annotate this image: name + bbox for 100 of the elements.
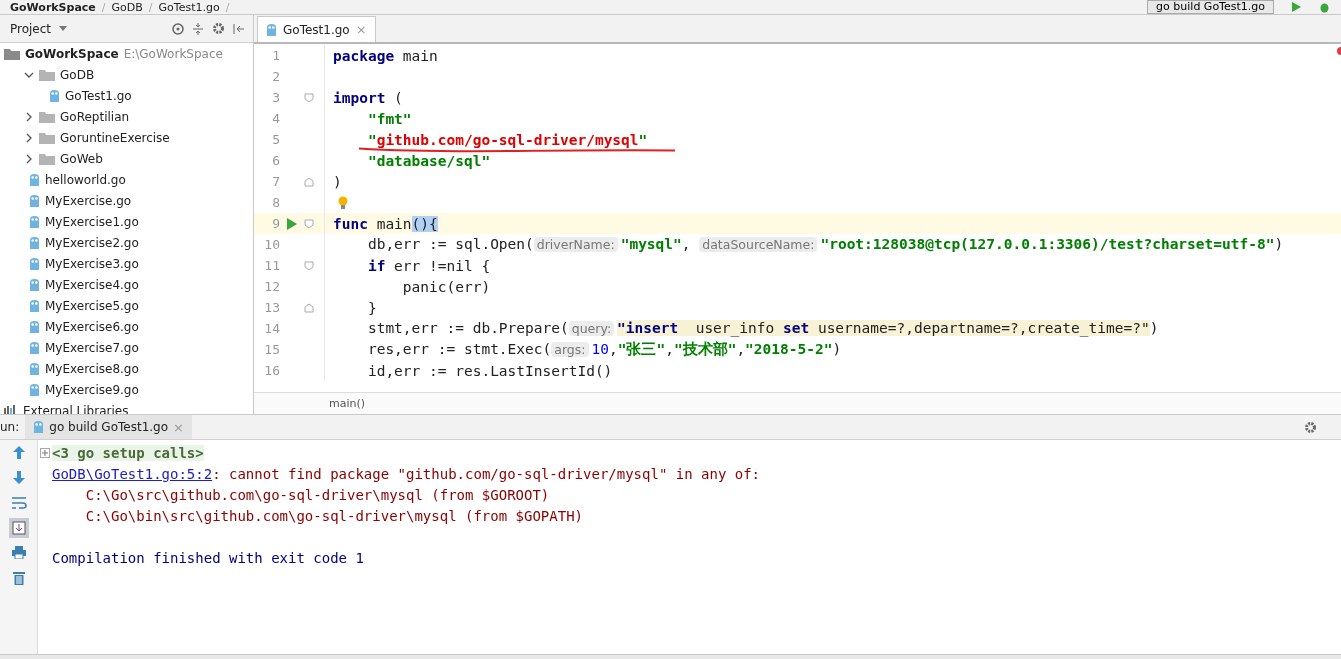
tree-item[interactable]: MyExercise5.go	[45, 298, 139, 313]
file-link[interactable]: GoDB\GoTest1.go:5:2	[52, 465, 213, 482]
folder-icon	[39, 131, 55, 144]
breadcrumb[interactable]: GoWorkSpace	[10, 0, 96, 14]
error-marker-icon	[1335, 47, 1341, 55]
path-separator: /	[101, 0, 106, 14]
code-line: id,err := res.LastInsertId()	[366, 363, 613, 378]
console-line: C:\Go\src\github.com\go-sql-driver\mysql (from $GOROOT)	[84, 486, 550, 503]
scroll-end-icon[interactable]	[8, 518, 29, 538]
tree-item[interactable]: GoReptilian	[60, 109, 130, 124]
fold-icon[interactable]	[304, 176, 314, 187]
expand-icon[interactable]	[40, 447, 50, 458]
path-separator: /	[148, 0, 153, 14]
gopher-file-icon	[29, 235, 40, 250]
run-icon[interactable]	[287, 217, 297, 230]
chevron-right-icon[interactable]	[24, 153, 34, 164]
project-path: E:\GoWorkSpace	[123, 46, 223, 61]
tree-item[interactable]: helloworld.go	[45, 172, 126, 187]
gopher-file-icon	[29, 361, 40, 376]
lightbulb-icon[interactable]	[338, 195, 348, 210]
fold-icon[interactable]	[304, 302, 314, 313]
tree-item[interactable]: MyExercise.go	[45, 193, 132, 208]
editor-tab[interactable]: GoTest1.go ×	[257, 16, 376, 42]
line-number: 10	[263, 237, 280, 252]
gopher-file-icon	[29, 319, 40, 334]
code-line: import (	[333, 90, 403, 105]
fold-icon[interactable]	[304, 260, 314, 271]
code-line: if err !=nil {	[366, 258, 491, 273]
gopher-file-icon	[29, 256, 40, 271]
console-line: Compilation finished with exit code 1	[52, 549, 364, 566]
chevron-right-icon[interactable]	[24, 111, 34, 122]
tree-item[interactable]: GoTest1.go	[65, 88, 132, 103]
fold-icon[interactable]	[304, 218, 314, 229]
console-line: C:\Go\bin\src\github.com\go-sql-driver\mysql (from $GOPATH)	[84, 507, 583, 524]
gopher-file-icon	[29, 340, 40, 355]
settings-icon[interactable]	[212, 22, 225, 35]
console-line: GoDB\GoTest1.go:5:2: cannot find package "github.com/go-sql-driver/mysql" in any of:	[52, 465, 761, 482]
tree-item[interactable]: MyExercise6.go	[45, 319, 139, 334]
run-configuration-dropdown[interactable]: go build GoTest1.go	[1147, 0, 1274, 14]
fold-icon[interactable]	[304, 92, 314, 103]
gopher-file-icon	[49, 88, 60, 103]
line-number: 12	[263, 279, 280, 294]
hide-panel-icon[interactable]	[233, 22, 245, 35]
tree-item[interactable]: MyExercise2.go	[45, 235, 139, 250]
tree-item[interactable]: External Libraries	[23, 403, 129, 414]
run-icon[interactable]	[1290, 1, 1302, 13]
folder-icon	[4, 47, 20, 60]
code-line: res,err := stmt.Exec( args: 10,"张三","技术部","2018-5-2")	[366, 342, 842, 357]
code-line: }	[366, 300, 377, 315]
wrap-icon[interactable]	[10, 496, 27, 510]
line-number: 1	[271, 48, 280, 63]
line-number: 16	[263, 363, 280, 378]
tree-item[interactable]: GoWeb	[60, 151, 103, 166]
tree-item[interactable]: MyExercise8.go	[45, 361, 139, 376]
tree-item[interactable]: GoruntineExercise	[60, 130, 170, 145]
tree-item[interactable]: MyExercise3.go	[45, 256, 139, 271]
trash-icon[interactable]	[12, 571, 25, 585]
line-number: 8	[271, 195, 280, 210]
run-label: un:	[0, 420, 21, 434]
gopher-file-icon	[29, 277, 40, 292]
settings-icon[interactable]	[1304, 420, 1317, 434]
tree-item[interactable]: MyExercise9.go	[45, 382, 139, 397]
library-icon	[4, 405, 18, 414]
line-number: 6	[271, 153, 280, 168]
line-number: 3	[271, 90, 280, 105]
target-icon[interactable]	[172, 22, 184, 35]
line-number: 15	[263, 342, 280, 357]
breadcrumb[interactable]: GoTest1.go	[158, 0, 220, 14]
gopher-file-icon	[29, 172, 40, 187]
line-number: 2	[271, 69, 280, 84]
tree-item[interactable]: MyExercise4.go	[45, 277, 139, 292]
tree-item[interactable]: GoDB	[60, 67, 95, 82]
gopher-file-icon	[29, 214, 40, 229]
code-line: db,err := sql.Open( driverName: "mysql", dataSourceName: "root:128038@tcp(127.0.0.1:3306)/test?charset=utf-8")	[366, 237, 1284, 252]
folder-icon	[39, 68, 55, 81]
tree-item[interactable]: GoWorkSpace	[25, 46, 119, 61]
tree-item[interactable]: MyExercise7.go	[45, 340, 139, 355]
code-line: stmt,err := db.Prepare( query: "insert user_info set username=?,departname=?,create_time=?")	[366, 321, 1159, 336]
gopher-file-icon	[33, 420, 45, 434]
project-title[interactable]: Project	[10, 21, 52, 36]
gopher-file-icon	[266, 22, 277, 37]
gopher-file-icon	[29, 382, 40, 397]
folder-icon	[39, 110, 55, 123]
gopher-file-icon	[29, 193, 40, 208]
chevron-right-icon[interactable]	[24, 132, 34, 143]
breadcrumb[interactable]: main()	[329, 397, 366, 410]
line-number: 9	[271, 216, 280, 231]
arrow-up-icon[interactable]	[12, 446, 25, 459]
run-tab[interactable]: go build GoTest1.go ×	[25, 415, 192, 439]
code-line: func main(){	[333, 216, 438, 231]
tree-item[interactable]: MyExercise1.go	[45, 214, 139, 229]
print-icon[interactable]	[11, 546, 26, 559]
arrow-down-icon[interactable]	[12, 471, 25, 484]
breadcrumb[interactable]: GoDB	[111, 0, 143, 14]
line-number: 14	[263, 321, 280, 336]
collapse-icon[interactable]	[192, 22, 204, 35]
code-line: )	[333, 174, 342, 189]
code-line: package main	[333, 48, 438, 63]
line-number: 5	[271, 132, 280, 147]
caret-icon[interactable]	[59, 26, 68, 31]
